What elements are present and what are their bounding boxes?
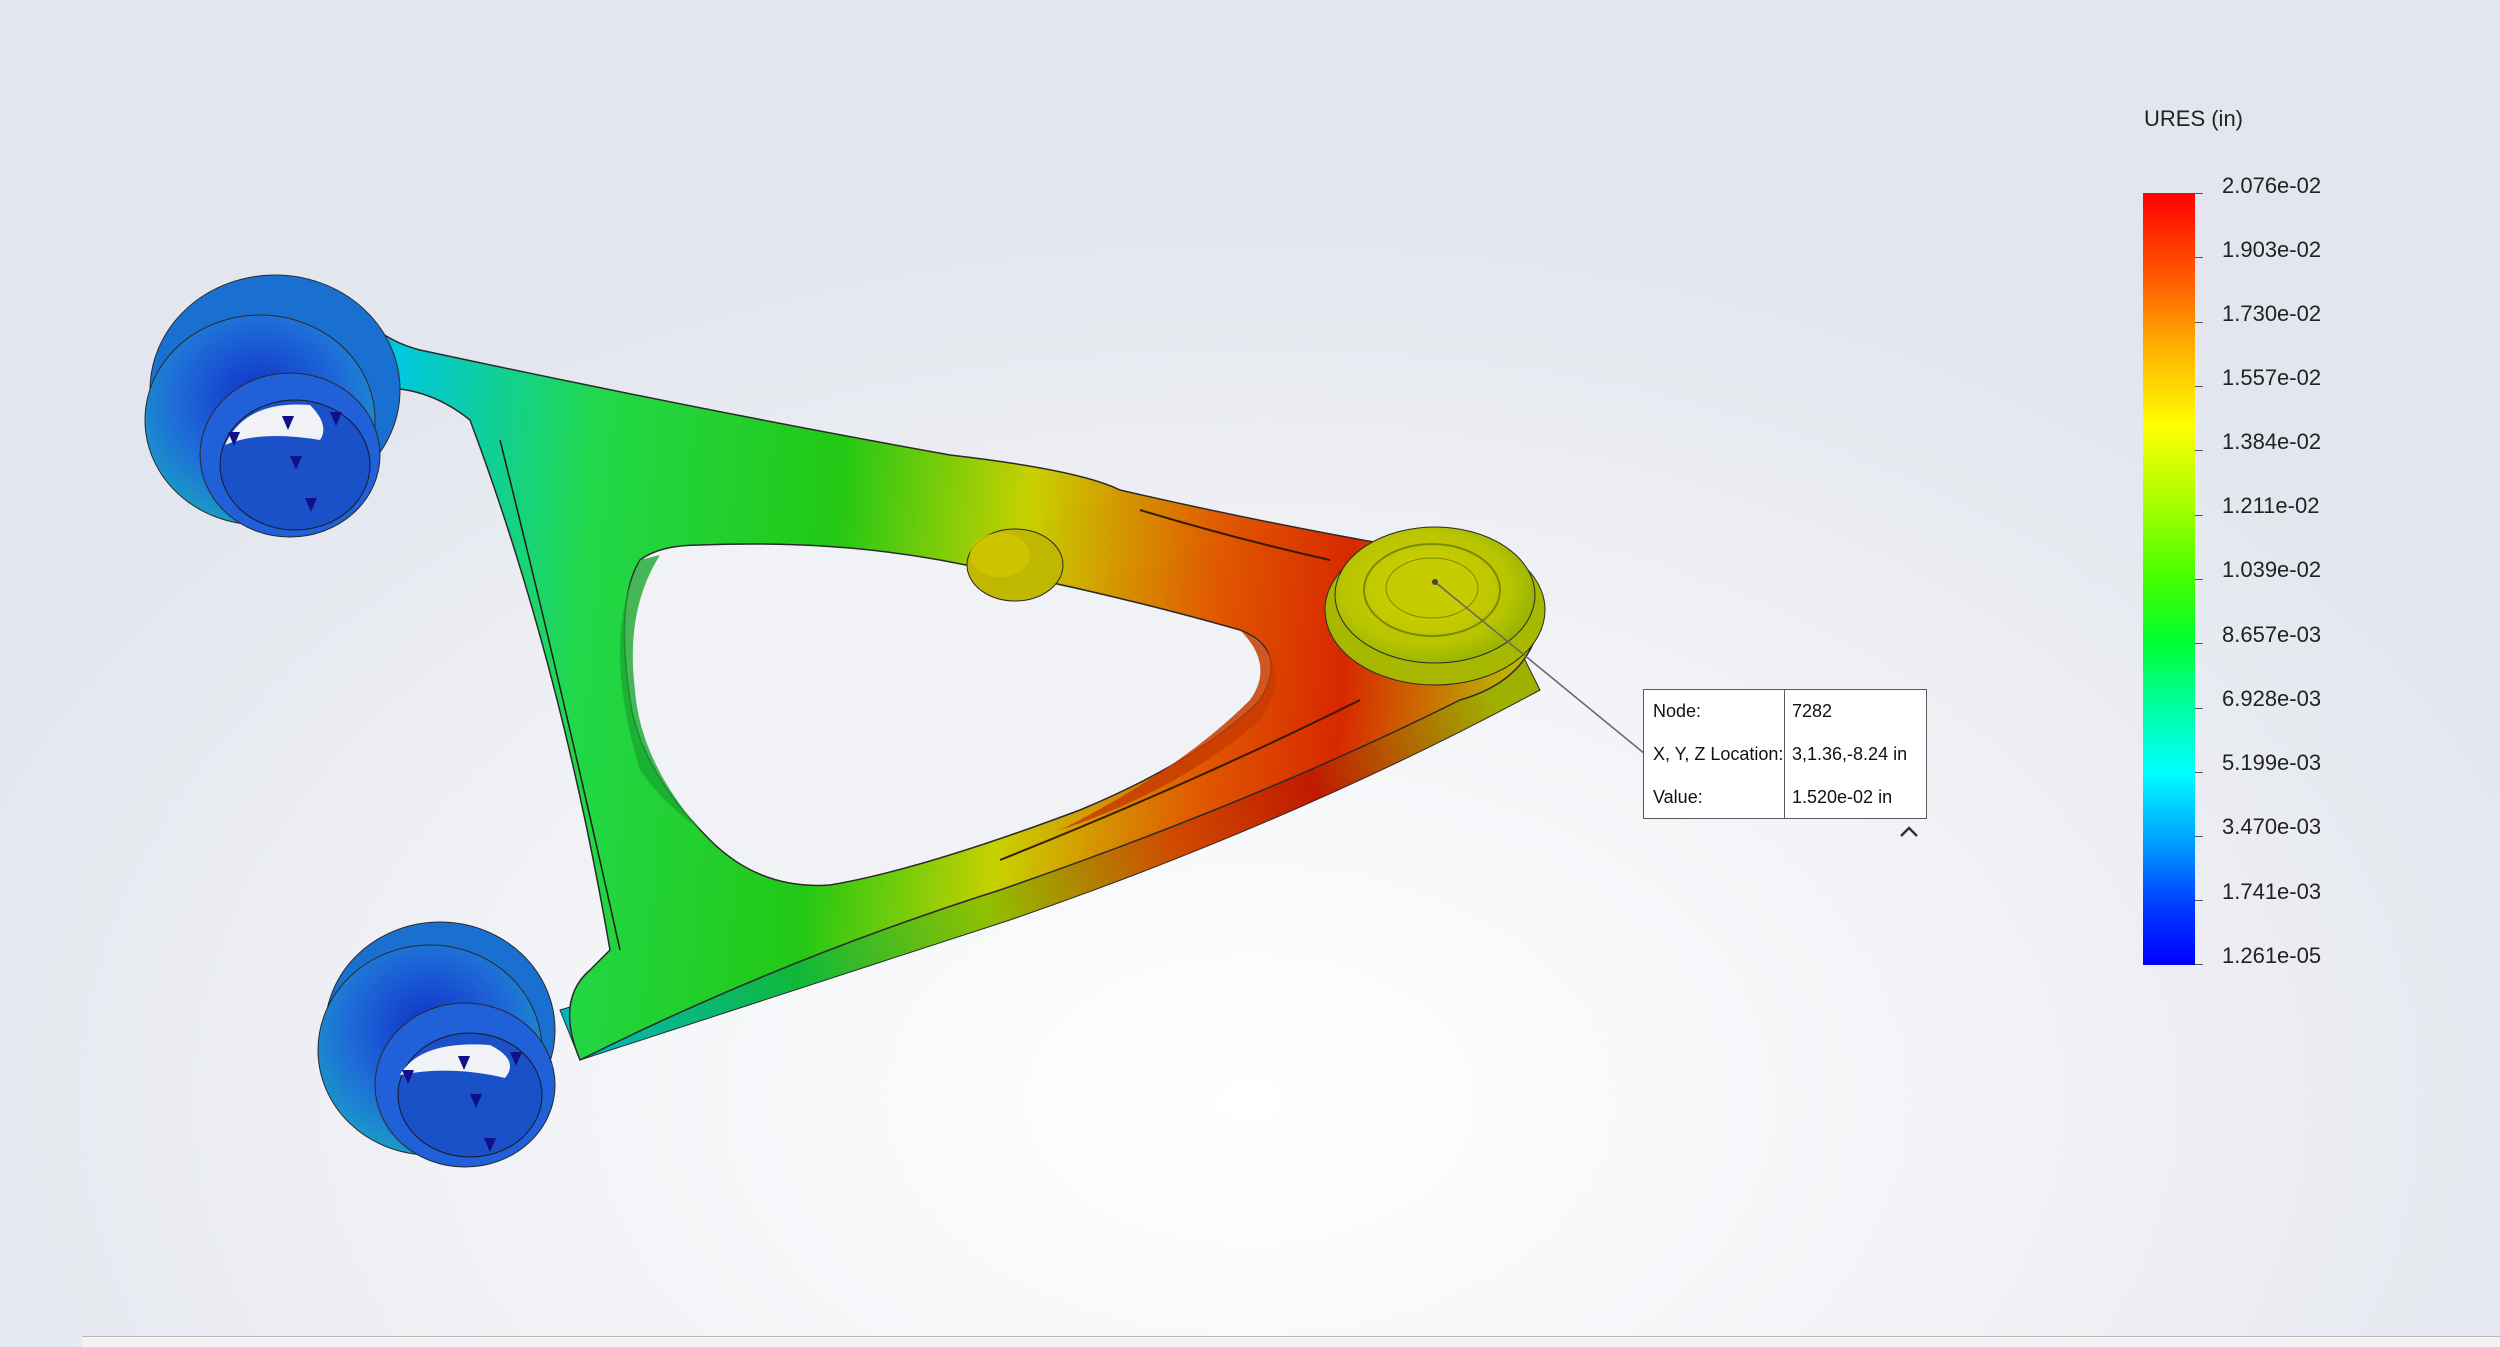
legend-tick	[2195, 257, 2203, 258]
legend-label: 8.657e-03	[2222, 622, 2322, 647]
legend-label: 2.076e-02	[2222, 173, 2322, 198]
legend-label: 1.039e-02	[2222, 557, 2322, 582]
legend-tick	[2195, 900, 2203, 901]
probe-node-value: 7282	[1792, 701, 1833, 721]
legend-label: 5.199e-03	[2222, 750, 2322, 775]
probe-point	[1432, 579, 1438, 585]
legend-label: 1.557e-02	[2222, 365, 2322, 390]
legend-label: 6.928e-03	[2222, 686, 2322, 711]
legend-tick	[2195, 450, 2203, 451]
result-legend: URES (in) 2.076e-02 1.903e-02 1.730e-02 …	[2140, 100, 2470, 980]
chevron-up-icon[interactable]	[1897, 822, 1921, 842]
legend-label: 1.730e-02	[2222, 301, 2322, 326]
legend-label: 1.261e-05	[2222, 943, 2322, 968]
legend-tick	[2195, 193, 2203, 194]
legend-tick	[2195, 964, 2203, 965]
legend-tick	[2195, 708, 2203, 709]
legend-title: URES (in)	[2144, 106, 2244, 131]
legend-tick	[2195, 836, 2203, 837]
ball-joint-center	[1385, 557, 1479, 619]
legend-tick	[2195, 322, 2203, 323]
legend-tick	[2195, 386, 2203, 387]
probe-row-value: Value: 1.520e-02 in	[1644, 776, 1926, 819]
bottom-scroll-strip[interactable]	[0, 1336, 2500, 1347]
control-arm-model[interactable]	[0, 0, 2500, 1346]
legend-tick	[2195, 772, 2203, 773]
graphics-viewport[interactable]: URES (in) 2.076e-02 1.903e-02 1.730e-02 …	[0, 0, 2500, 1347]
legend-label: 1.741e-03	[2222, 879, 2322, 904]
arm-boss-top	[970, 533, 1030, 577]
legend-tick	[2195, 515, 2203, 516]
probe-value-value: 1.520e-02 in	[1792, 787, 1893, 807]
probe-location-label: X, Y, Z Location:	[1653, 744, 1784, 764]
probe-location-value: 3,1.36,-8.24 in	[1792, 744, 1908, 764]
probe-result-box[interactable]: Node: 7282 X, Y, Z Location: 3,1.36,-8.2…	[1643, 689, 1927, 819]
legend-tick	[2195, 579, 2203, 580]
legend-label: 1.903e-02	[2222, 237, 2322, 262]
probe-value-label: Value:	[1653, 787, 1703, 807]
probe-row-node: Node: 7282	[1644, 690, 1926, 733]
legend-color-bar	[2143, 193, 2195, 965]
legend-label: 3.470e-03	[2222, 814, 2322, 839]
horizontal-scrollbar[interactable]	[82, 1336, 2500, 1347]
legend-label: 1.384e-02	[2222, 429, 2322, 454]
legend-tick	[2195, 643, 2203, 644]
probe-row-location: X, Y, Z Location: 3,1.36,-8.24 in	[1644, 733, 1926, 776]
probe-node-label: Node:	[1653, 701, 1702, 721]
legend-label: 1.211e-02	[2222, 493, 2320, 518]
